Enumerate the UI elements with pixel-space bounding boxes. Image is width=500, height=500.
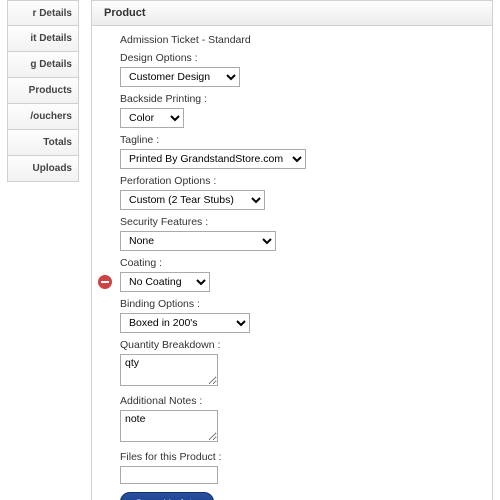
sidebar-item-totals[interactable]: Totals: [7, 130, 79, 156]
security-select[interactable]: None: [120, 231, 276, 251]
panel-body: Admission Ticket - Standard Design Optio…: [91, 26, 493, 500]
remove-icon[interactable]: [98, 275, 112, 289]
design-options-label: Design Options :: [120, 52, 480, 64]
sidebar-item-order-details[interactable]: r Details: [7, 0, 79, 26]
qty-label: Quantity Breakdown :: [120, 339, 480, 351]
coating-label: Coating :: [120, 257, 480, 269]
files-label: Files for this Product :: [120, 451, 480, 463]
security-label: Security Features :: [120, 216, 480, 228]
files-input[interactable]: [120, 466, 218, 484]
coating-row: Coating : No Coating: [120, 257, 480, 292]
sidebar: r Details it Details g Details Products …: [7, 0, 79, 182]
panel-header: Product: [91, 0, 493, 26]
sidebar-item-uploads[interactable]: Uploads: [7, 156, 79, 182]
qty-textarea[interactable]: [120, 354, 218, 386]
sidebar-item-products[interactable]: Products: [7, 78, 79, 104]
sidebar-item-vouchers[interactable]: /ouchers: [7, 104, 79, 130]
perforation-label: Perforation Options :: [120, 175, 480, 187]
product-panel: Product Admission Ticket - Standard Desi…: [91, 0, 493, 500]
product-name: Admission Ticket - Standard: [120, 34, 480, 46]
sidebar-item-it-details[interactable]: it Details: [7, 26, 79, 52]
tagline-label: Tagline :: [120, 134, 480, 146]
tagline-select[interactable]: Printed By GrandstandStore.com: [120, 149, 306, 169]
binding-label: Binding Options :: [120, 298, 480, 310]
perforation-select[interactable]: Custom (2 Tear Stubs): [120, 190, 265, 210]
backside-label: Backside Printing :: [120, 93, 480, 105]
coating-select[interactable]: No Coating: [120, 272, 210, 292]
backside-select[interactable]: Color: [120, 108, 184, 128]
binding-select[interactable]: Boxed in 200's: [120, 313, 250, 333]
notes-textarea[interactable]: [120, 410, 218, 442]
design-options-select[interactable]: Customer Design: [120, 67, 240, 87]
save-update-button[interactable]: Save Update: [120, 492, 214, 500]
notes-label: Additional Notes :: [120, 395, 480, 407]
sidebar-item-g-details[interactable]: g Details: [7, 52, 79, 78]
